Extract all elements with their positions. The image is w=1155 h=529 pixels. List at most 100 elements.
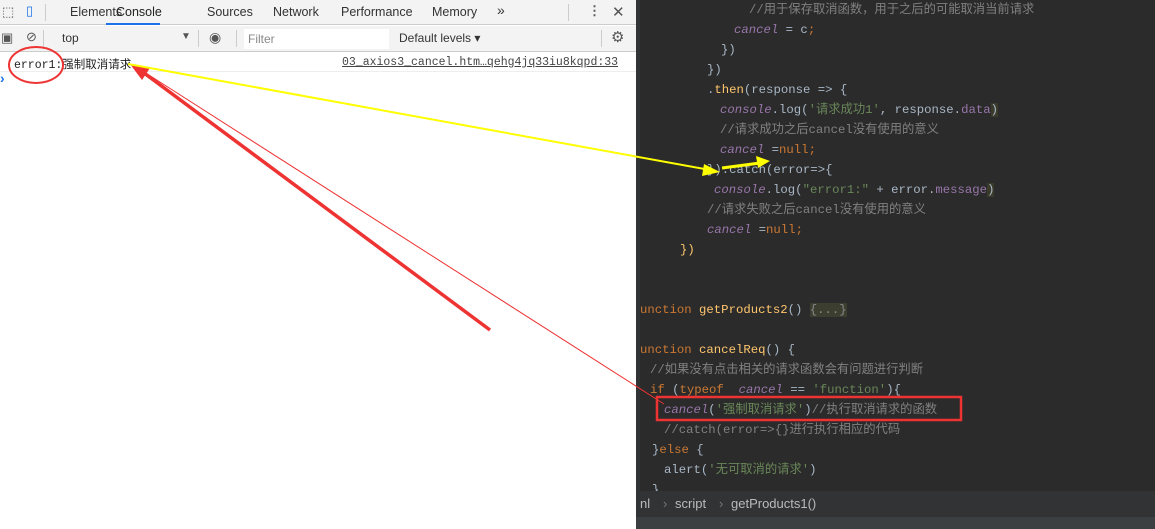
code-token: cancelReq bbox=[699, 343, 766, 357]
code-token: () bbox=[787, 303, 810, 317]
code-token: //执行取消请求的函数 bbox=[811, 403, 938, 417]
code-token: , response. bbox=[879, 103, 962, 117]
code-line: console.log('请求成功1', response.data) bbox=[720, 100, 998, 120]
code-token: //catch(error=>{}进行执行相应的代码 bbox=[664, 423, 901, 437]
code-token: unction bbox=[640, 343, 700, 357]
close-icon[interactable]: ✕ bbox=[612, 3, 625, 21]
code-line: //catch(error=>{}进行执行相应的代码 bbox=[664, 420, 900, 440]
code-line: cancel('强制取消请求')//执行取消请求的函数 bbox=[664, 400, 937, 420]
devtools-panel: ⬚ ▯ Elements Console Sources Network Per… bbox=[0, 0, 636, 529]
console-source-link[interactable]: 03_axios3_cancel.htm…qehg4jq33iu8kqpd:33 bbox=[342, 56, 618, 69]
code-token: }).catch(error=>{ bbox=[707, 163, 833, 177]
active-tab-indicator bbox=[106, 23, 160, 25]
code-token: .log( bbox=[771, 103, 809, 117]
code-token: == bbox=[782, 383, 813, 397]
devtools-tabbar: ⬚ ▯ Elements Console Sources Network Per… bbox=[0, 0, 636, 25]
code-token: '无可取消的请求' bbox=[708, 463, 810, 477]
tab-elements[interactable]: Elements bbox=[70, 5, 122, 19]
breadcrumb: nl › script › getProducts1() bbox=[636, 491, 1155, 517]
editor-gutter bbox=[636, 0, 640, 529]
code-token: = c bbox=[778, 23, 808, 37]
code-line: }else { bbox=[652, 440, 704, 460]
code-token: getProducts2 bbox=[699, 303, 788, 317]
clear-console-icon[interactable]: ⊘ bbox=[26, 29, 37, 45]
chevron-right-icon: › bbox=[719, 496, 724, 511]
tab-memory[interactable]: Memory bbox=[432, 5, 477, 19]
sidebar-toggle-icon[interactable]: ▣ bbox=[1, 30, 13, 46]
code-token: { bbox=[696, 443, 704, 457]
breadcrumb-item[interactable]: nl bbox=[640, 496, 650, 511]
code-token: ){ bbox=[886, 383, 901, 397]
code-token: cancel bbox=[738, 383, 783, 397]
console-message: error1:强制取消请求 03_axios3_cancel.htm…qehg4… bbox=[0, 53, 636, 72]
code-token: null; bbox=[766, 223, 803, 237]
console-message-text: error1:强制取消请求 bbox=[14, 59, 132, 72]
code-token: if bbox=[650, 383, 673, 397]
code-token: ( bbox=[708, 403, 716, 417]
code-token: data bbox=[961, 103, 991, 117]
code-editor[interactable]: //用于保存取消函数，用于之后的可能取消当前请求 cancel = c;})}).… bbox=[636, 0, 1155, 529]
log-levels-dropdown[interactable]: Default levels ▾ bbox=[399, 31, 480, 45]
code-token: {...} bbox=[809, 303, 847, 317]
context-select[interactable]: top bbox=[62, 31, 79, 45]
code-token: }) bbox=[707, 63, 722, 77]
code-token: then bbox=[714, 83, 744, 97]
code-line: //用于保存取消函数，用于之后的可能取消当前请求 bbox=[749, 0, 1034, 20]
code-token: = bbox=[764, 143, 780, 157]
code-token: else bbox=[659, 443, 697, 457]
breadcrumb-item[interactable]: getProducts1() bbox=[731, 496, 816, 511]
code-token: = bbox=[751, 223, 767, 237]
code-line: cancel =null; bbox=[707, 220, 803, 240]
code-line: console.log("error1:" + error.message) bbox=[714, 180, 995, 200]
code-token: alert( bbox=[664, 463, 709, 477]
breadcrumb-item[interactable]: script bbox=[675, 496, 706, 511]
editor-status-strip bbox=[636, 517, 1155, 529]
code-token: cancel bbox=[707, 223, 752, 237]
code-token: ) bbox=[990, 103, 998, 117]
more-tabs-button[interactable]: » bbox=[497, 2, 505, 18]
device-toggle-icon[interactable]: ▯ bbox=[26, 3, 33, 19]
console-toolbar: ▣ ⊘ top ▼ ◉ Filter Default levels ▾ ⚙ bbox=[0, 26, 636, 52]
code-token: ) bbox=[987, 183, 995, 197]
console-prompt[interactable]: › bbox=[0, 70, 5, 86]
code-token: '请求成功1' bbox=[808, 103, 880, 117]
code-token: typeof bbox=[679, 383, 739, 397]
code-line: //如果没有点击相关的请求函数会有问题进行判断 bbox=[650, 360, 923, 380]
settings-gear-icon[interactable]: ⚙ bbox=[611, 28, 624, 46]
tab-performance[interactable]: Performance bbox=[341, 5, 413, 19]
code-line: //请求成功之后cancel没有使用的意义 bbox=[720, 120, 939, 140]
chevron-down-icon[interactable]: ▼ bbox=[181, 31, 191, 42]
kebab-menu-icon[interactable]: ⋮ bbox=[588, 3, 601, 19]
code-token: }) bbox=[680, 243, 695, 257]
code-line: }).catch(error=>{ bbox=[707, 160, 832, 180]
code-token: '强制取消请求' bbox=[715, 403, 805, 417]
code-token: () { bbox=[765, 343, 795, 357]
code-line: }) bbox=[707, 60, 722, 80]
code-token: "error1:" bbox=[802, 183, 869, 197]
code-token: //请求失败之后cancel没有使用的意义 bbox=[707, 203, 926, 217]
code-token: ( bbox=[672, 383, 680, 397]
inspect-element-icon[interactable]: ⬚ bbox=[2, 4, 14, 20]
code-line: }) bbox=[721, 40, 736, 60]
code-token: cancel bbox=[720, 143, 765, 157]
code-token: ) bbox=[804, 403, 812, 417]
tab-console[interactable]: Console bbox=[116, 5, 162, 19]
code-line: if (typeof cancel == 'function'){ bbox=[650, 380, 901, 400]
tab-network[interactable]: Network bbox=[273, 5, 319, 19]
code-line: alert('无可取消的请求') bbox=[664, 460, 817, 480]
code-token: //如果没有点击相关的请求函数会有问题进行判断 bbox=[650, 363, 923, 377]
code-token: ; bbox=[807, 23, 816, 37]
code-token: 'function' bbox=[812, 383, 887, 397]
code-line: }) bbox=[680, 240, 695, 260]
code-token: + error. bbox=[868, 183, 936, 197]
eye-icon[interactable]: ◉ bbox=[209, 29, 221, 46]
code-token: //请求成功之后cancel没有使用的意义 bbox=[720, 123, 939, 137]
code-token: //用于保存取消函数，用于之后的可能取消当前请求 bbox=[749, 3, 1035, 17]
filter-input[interactable]: Filter bbox=[244, 29, 389, 49]
tab-sources[interactable]: Sources bbox=[207, 5, 253, 19]
chevron-right-icon: › bbox=[663, 496, 668, 511]
code-line: unction cancelReq() { bbox=[640, 340, 795, 360]
code-line: unction getProducts2() {...} bbox=[640, 300, 847, 320]
code-token: message bbox=[935, 183, 988, 197]
code-token: cancel bbox=[664, 403, 709, 417]
